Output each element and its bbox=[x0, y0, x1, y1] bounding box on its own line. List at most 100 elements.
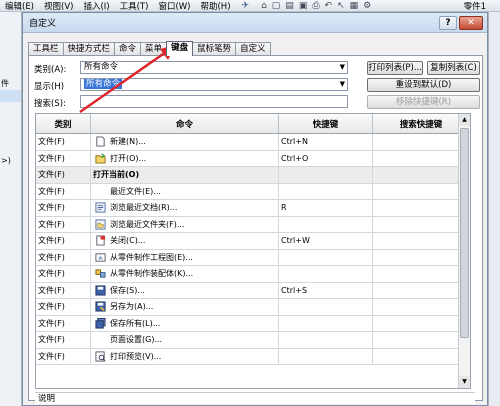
save-as-icon bbox=[95, 301, 106, 312]
task-pane bbox=[488, 12, 500, 406]
rebuild-icon[interactable]: ▦ bbox=[350, 1, 359, 11]
cell-shortcut[interactable] bbox=[279, 332, 373, 348]
scroll-thumb[interactable] bbox=[460, 128, 469, 338]
cell-search-shortcut[interactable] bbox=[373, 315, 470, 331]
column-header-search-shortcut[interactable]: 搜索快捷键 bbox=[373, 114, 470, 133]
cell-search-shortcut[interactable] bbox=[373, 183, 470, 199]
pin-icon[interactable]: ✈ bbox=[236, 1, 256, 11]
cell-category: 文件(F) bbox=[36, 183, 91, 199]
open-icon[interactable]: ▤ bbox=[285, 1, 294, 11]
table-row[interactable]: 文件(F) 打开当前(O) bbox=[36, 167, 470, 184]
tab-toolbars[interactable]: 工具栏 bbox=[28, 42, 64, 55]
table-row[interactable]: 文件(F) 从零件制作装配体(K)... bbox=[36, 266, 470, 283]
cell-command: 最近文件(E)... bbox=[91, 183, 279, 199]
menu-insert[interactable]: 插入(I) bbox=[78, 0, 114, 12]
save-all-icon bbox=[95, 317, 106, 329]
selected-tree-item[interactable] bbox=[0, 90, 21, 102]
cell-shortcut[interactable]: Ctrl+O bbox=[279, 150, 373, 166]
tab-commands[interactable]: 命令 bbox=[114, 42, 142, 55]
cell-command: 打开(O)... bbox=[91, 150, 279, 166]
cell-command: 打印预览(V)... bbox=[91, 348, 279, 364]
copy-list-button[interactable]: 复制列表(C) bbox=[427, 61, 480, 75]
cell-shortcut[interactable]: Ctrl+W bbox=[279, 233, 373, 249]
scroll-down-icon[interactable]: ▼ bbox=[459, 376, 470, 388]
category-dropdown[interactable]: 所有命令 ▼ bbox=[80, 61, 348, 74]
menu-tools[interactable]: 工具(T) bbox=[115, 0, 154, 12]
cell-shortcut[interactable] bbox=[279, 216, 373, 232]
tab-mouse-gestures[interactable]: 鼠标笔势 bbox=[192, 42, 237, 55]
cell-search-shortcut[interactable] bbox=[373, 134, 470, 150]
remove-shortcut-button[interactable]: 移除快捷键(R) bbox=[367, 95, 480, 109]
cell-search-shortcut[interactable] bbox=[373, 266, 470, 282]
cell-search-shortcut[interactable] bbox=[373, 282, 470, 298]
cell-shortcut[interactable]: Ctrl+S bbox=[279, 282, 373, 298]
feature-manager-panel: 件 >) bbox=[0, 12, 22, 406]
select-icon[interactable]: ↖ bbox=[337, 1, 345, 11]
cell-shortcut[interactable]: R bbox=[279, 200, 373, 216]
save-icon-toolbar[interactable]: ▣ bbox=[299, 1, 308, 11]
search-input[interactable] bbox=[80, 95, 348, 108]
cell-shortcut[interactable] bbox=[279, 299, 373, 315]
cell-search-shortcut[interactable] bbox=[373, 167, 470, 183]
cell-search-shortcut[interactable] bbox=[373, 332, 470, 348]
menu-window[interactable]: 窗口(W) bbox=[153, 0, 195, 12]
home-icon[interactable]: ⌂ bbox=[261, 1, 267, 11]
vertical-scrollbar[interactable]: ▲ ▼ bbox=[458, 114, 470, 388]
cell-category: 文件(F) bbox=[36, 282, 91, 298]
cell-search-shortcut[interactable] bbox=[373, 348, 470, 364]
tab-keyboard[interactable]: 键盘 bbox=[166, 41, 194, 56]
command-label: 打印预览(V)... bbox=[110, 351, 162, 361]
cell-search-shortcut[interactable] bbox=[373, 299, 470, 315]
cell-shortcut[interactable] bbox=[279, 183, 373, 199]
cell-shortcut[interactable] bbox=[279, 167, 373, 183]
app-menubar: 编辑(E) 视图(V) 插入(I) 工具(T) 窗口(W) 帮助(H) ✈ ⌂ … bbox=[0, 0, 500, 12]
table-row[interactable]: 文件(F) 从零件制作工程图(E)... bbox=[36, 249, 470, 266]
options-icon[interactable]: ⚙ bbox=[363, 1, 371, 11]
table-row[interactable]: 文件(F) 浏览最近文件夹(F)... bbox=[36, 216, 470, 233]
table-row[interactable]: 文件(F) 关闭(C)... Ctrl+W bbox=[36, 233, 470, 250]
help-button[interactable]: ? bbox=[439, 16, 457, 30]
cell-shortcut[interactable] bbox=[279, 315, 373, 331]
table-row[interactable]: 文件(F) 打印预览(V)... bbox=[36, 348, 470, 365]
cell-search-shortcut[interactable] bbox=[373, 150, 470, 166]
print-icon[interactable]: ⎙ bbox=[312, 1, 319, 11]
shortcut-table: 类别 命令 快捷键 搜索快捷键 文件(F) 新建(N)... Ctrl+N 文件(F)… bbox=[35, 113, 471, 389]
cell-search-shortcut[interactable] bbox=[373, 233, 470, 249]
column-header-shortcut[interactable]: 快捷键 bbox=[279, 114, 373, 133]
undo-icon[interactable]: ↶ bbox=[325, 1, 333, 11]
cell-shortcut[interactable] bbox=[279, 348, 373, 364]
print-list-button[interactable]: 打印列表(P)... bbox=[367, 61, 423, 75]
menu-edit[interactable]: 编辑(E) bbox=[0, 0, 39, 12]
reset-defaults-button[interactable]: 重设到默认(D) bbox=[367, 78, 480, 92]
cell-shortcut[interactable] bbox=[279, 266, 373, 282]
table-row[interactable]: 文件(F) 保存(S)... Ctrl+S bbox=[36, 282, 470, 299]
close-button[interactable]: ✕ bbox=[459, 16, 483, 30]
cell-category: 文件(F) bbox=[36, 266, 91, 282]
column-header-command[interactable]: 命令 bbox=[91, 114, 279, 133]
table-row[interactable]: 文件(F) 打开(O)... Ctrl+O bbox=[36, 150, 470, 167]
menu-help[interactable]: 帮助(H) bbox=[195, 0, 235, 12]
command-label: 从零件制作装配体(K)... bbox=[110, 269, 194, 279]
cell-category: 文件(F) bbox=[36, 315, 91, 331]
new-icon[interactable]: ▢ bbox=[272, 1, 281, 11]
tab-menus[interactable]: 菜单 bbox=[140, 42, 168, 55]
table-row[interactable]: 文件(F) 页面设置(G)... bbox=[36, 332, 470, 349]
menu-view[interactable]: 视图(V) bbox=[39, 0, 78, 12]
table-row[interactable]: 文件(F) 另存为(A)... bbox=[36, 299, 470, 316]
table-row[interactable]: 文件(F) 新建(N)... Ctrl+N bbox=[36, 134, 470, 151]
cell-search-shortcut[interactable] bbox=[373, 216, 470, 232]
cell-shortcut[interactable] bbox=[279, 249, 373, 265]
table-row[interactable]: 文件(F) 最近文件(E)... bbox=[36, 183, 470, 200]
cell-search-shortcut[interactable] bbox=[373, 200, 470, 216]
table-row[interactable]: 文件(F) 保存所有(L)... bbox=[36, 315, 470, 332]
column-header-category[interactable]: 类别 bbox=[36, 114, 91, 133]
show-dropdown[interactable]: 所有命令 ▼ bbox=[80, 78, 348, 91]
tab-customization[interactable]: 自定义 bbox=[235, 42, 271, 55]
cell-search-shortcut[interactable] bbox=[373, 249, 470, 265]
cell-category: 文件(F) bbox=[36, 249, 91, 265]
table-row[interactable]: 文件(F) 浏览最近文档(R)... R bbox=[36, 200, 470, 217]
make-drawing-icon bbox=[95, 252, 106, 263]
cell-shortcut[interactable]: Ctrl+N bbox=[279, 134, 373, 150]
tab-shortcut-bars[interactable]: 快捷方式栏 bbox=[62, 42, 116, 55]
scroll-up-icon[interactable]: ▲ bbox=[459, 114, 470, 126]
